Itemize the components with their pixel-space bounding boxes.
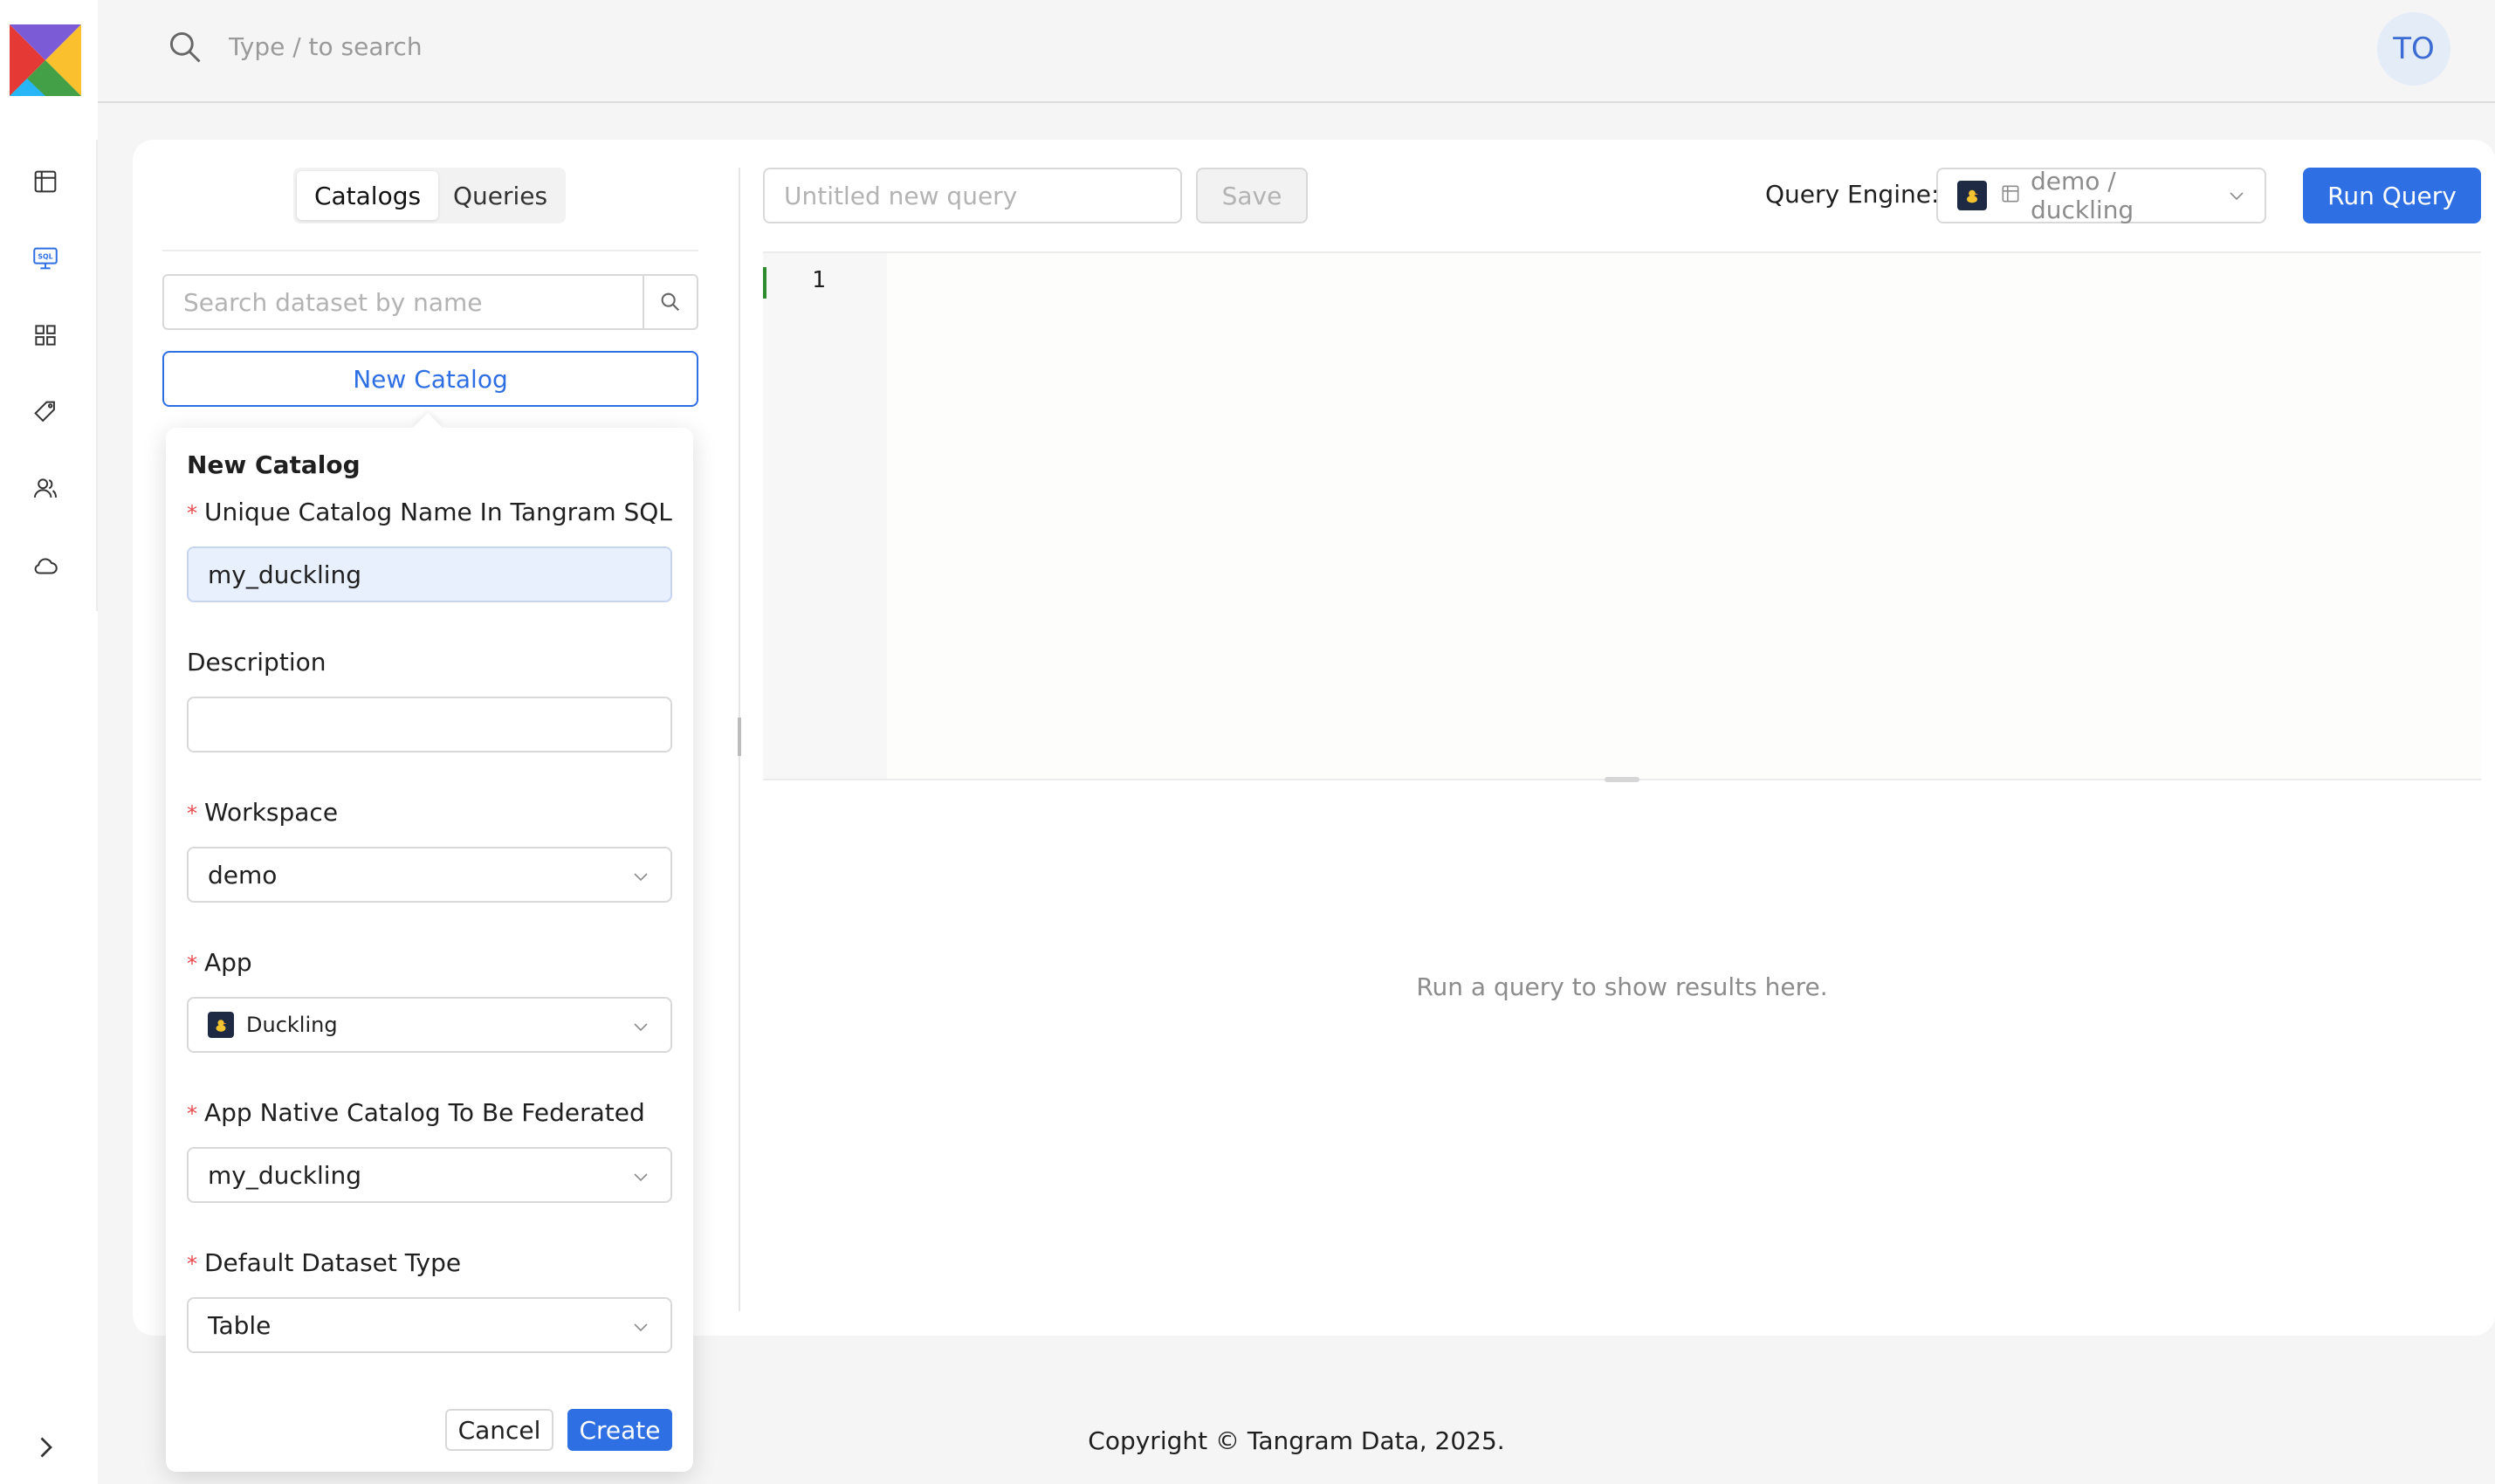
description-field[interactable] [187,697,672,752]
chevron-down-icon [630,1315,651,1336]
catalog-name-label: * Unique Catalog Name In Tangram SQL [187,498,672,526]
dataset-search [162,274,698,330]
required-marker: * [187,1102,197,1126]
editor-gutter [763,253,887,780]
native-catalog-label: * App Native Catalog To Be Federated [187,1098,645,1127]
panel-splitter-handle[interactable] [738,718,741,756]
query-name-input[interactable] [763,168,1182,223]
app-select[interactable]: Duckling [187,997,672,1053]
workspace-select[interactable]: demo [187,847,672,903]
required-marker: * [187,1252,197,1276]
tab-queries[interactable]: Queries [438,171,562,220]
app-logo[interactable] [10,24,81,96]
query-engine-value: demo / duckling [2031,167,2134,224]
catalog-icon [1999,182,2022,209]
create-button[interactable]: Create [567,1409,672,1451]
global-search-input[interactable] [229,26,665,66]
line-number: 1 [812,267,826,293]
native-catalog-value: my_duckling [208,1160,362,1190]
app-value: Duckling [246,1013,338,1037]
required-marker: * [187,501,197,526]
duckling-logo-icon [208,1012,234,1038]
workspace-label: * Workspace [187,798,339,827]
avatar[interactable]: TO [2377,12,2450,86]
svg-text:SQL: SQL [38,253,52,261]
dataset-search-input[interactable] [164,276,643,328]
sidebar [0,0,98,1484]
query-engine-select[interactable]: demo / duckling [1936,167,2266,224]
dataset-type-label: * Default Dataset Type [187,1248,462,1277]
duckling-logo-icon [1957,181,1987,210]
sql-editor[interactable] [887,253,2481,780]
cloud-icon[interactable] [26,546,65,585]
query-engine-label: Query Engine: [1765,180,1940,209]
chevron-down-icon [630,1165,651,1185]
description-label: Description [187,648,326,677]
native-catalog-select[interactable]: my_duckling [187,1147,672,1203]
app-label: * App [187,948,252,977]
new-catalog-button[interactable]: New Catalog [162,351,698,407]
sql-icon[interactable]: SQL [26,239,65,278]
dataset-icon[interactable] [26,162,65,201]
users-icon[interactable] [26,470,65,508]
search-icon[interactable] [643,276,697,328]
active-line-marker [763,267,766,299]
chevron-down-icon [630,1014,651,1035]
chevron-down-icon [2226,185,2247,206]
required-marker: * [187,952,197,976]
save-button[interactable]: Save [1196,168,1308,223]
catalog-name-input[interactable] [208,560,651,589]
cancel-button[interactable]: Cancel [445,1409,553,1451]
apps-grid-icon[interactable] [26,316,65,354]
required-marker: * [187,801,197,826]
dataset-type-select[interactable]: Table [187,1297,672,1353]
popover-title: New Catalog [187,450,361,479]
description-input[interactable] [208,710,651,739]
catalog-name-field[interactable] [187,546,672,602]
editor-resize-handle[interactable] [1605,777,1639,782]
results-empty-message: Run a query to show results here. [1416,972,1828,1001]
left-panel-divider [162,250,698,251]
workspace-value: demo [208,860,278,890]
sidebar-divider [96,140,98,611]
search-icon [166,28,204,66]
catalog-query-tabs: Catalogs Queries [293,168,566,223]
run-query-button[interactable]: Run Query [2303,168,2481,223]
chevron-down-icon [630,864,651,885]
tag-icon[interactable] [26,393,65,431]
tab-catalogs[interactable]: Catalogs [297,171,438,220]
chevron-right-icon[interactable] [30,1432,61,1463]
dataset-type-value: Table [208,1310,271,1340]
